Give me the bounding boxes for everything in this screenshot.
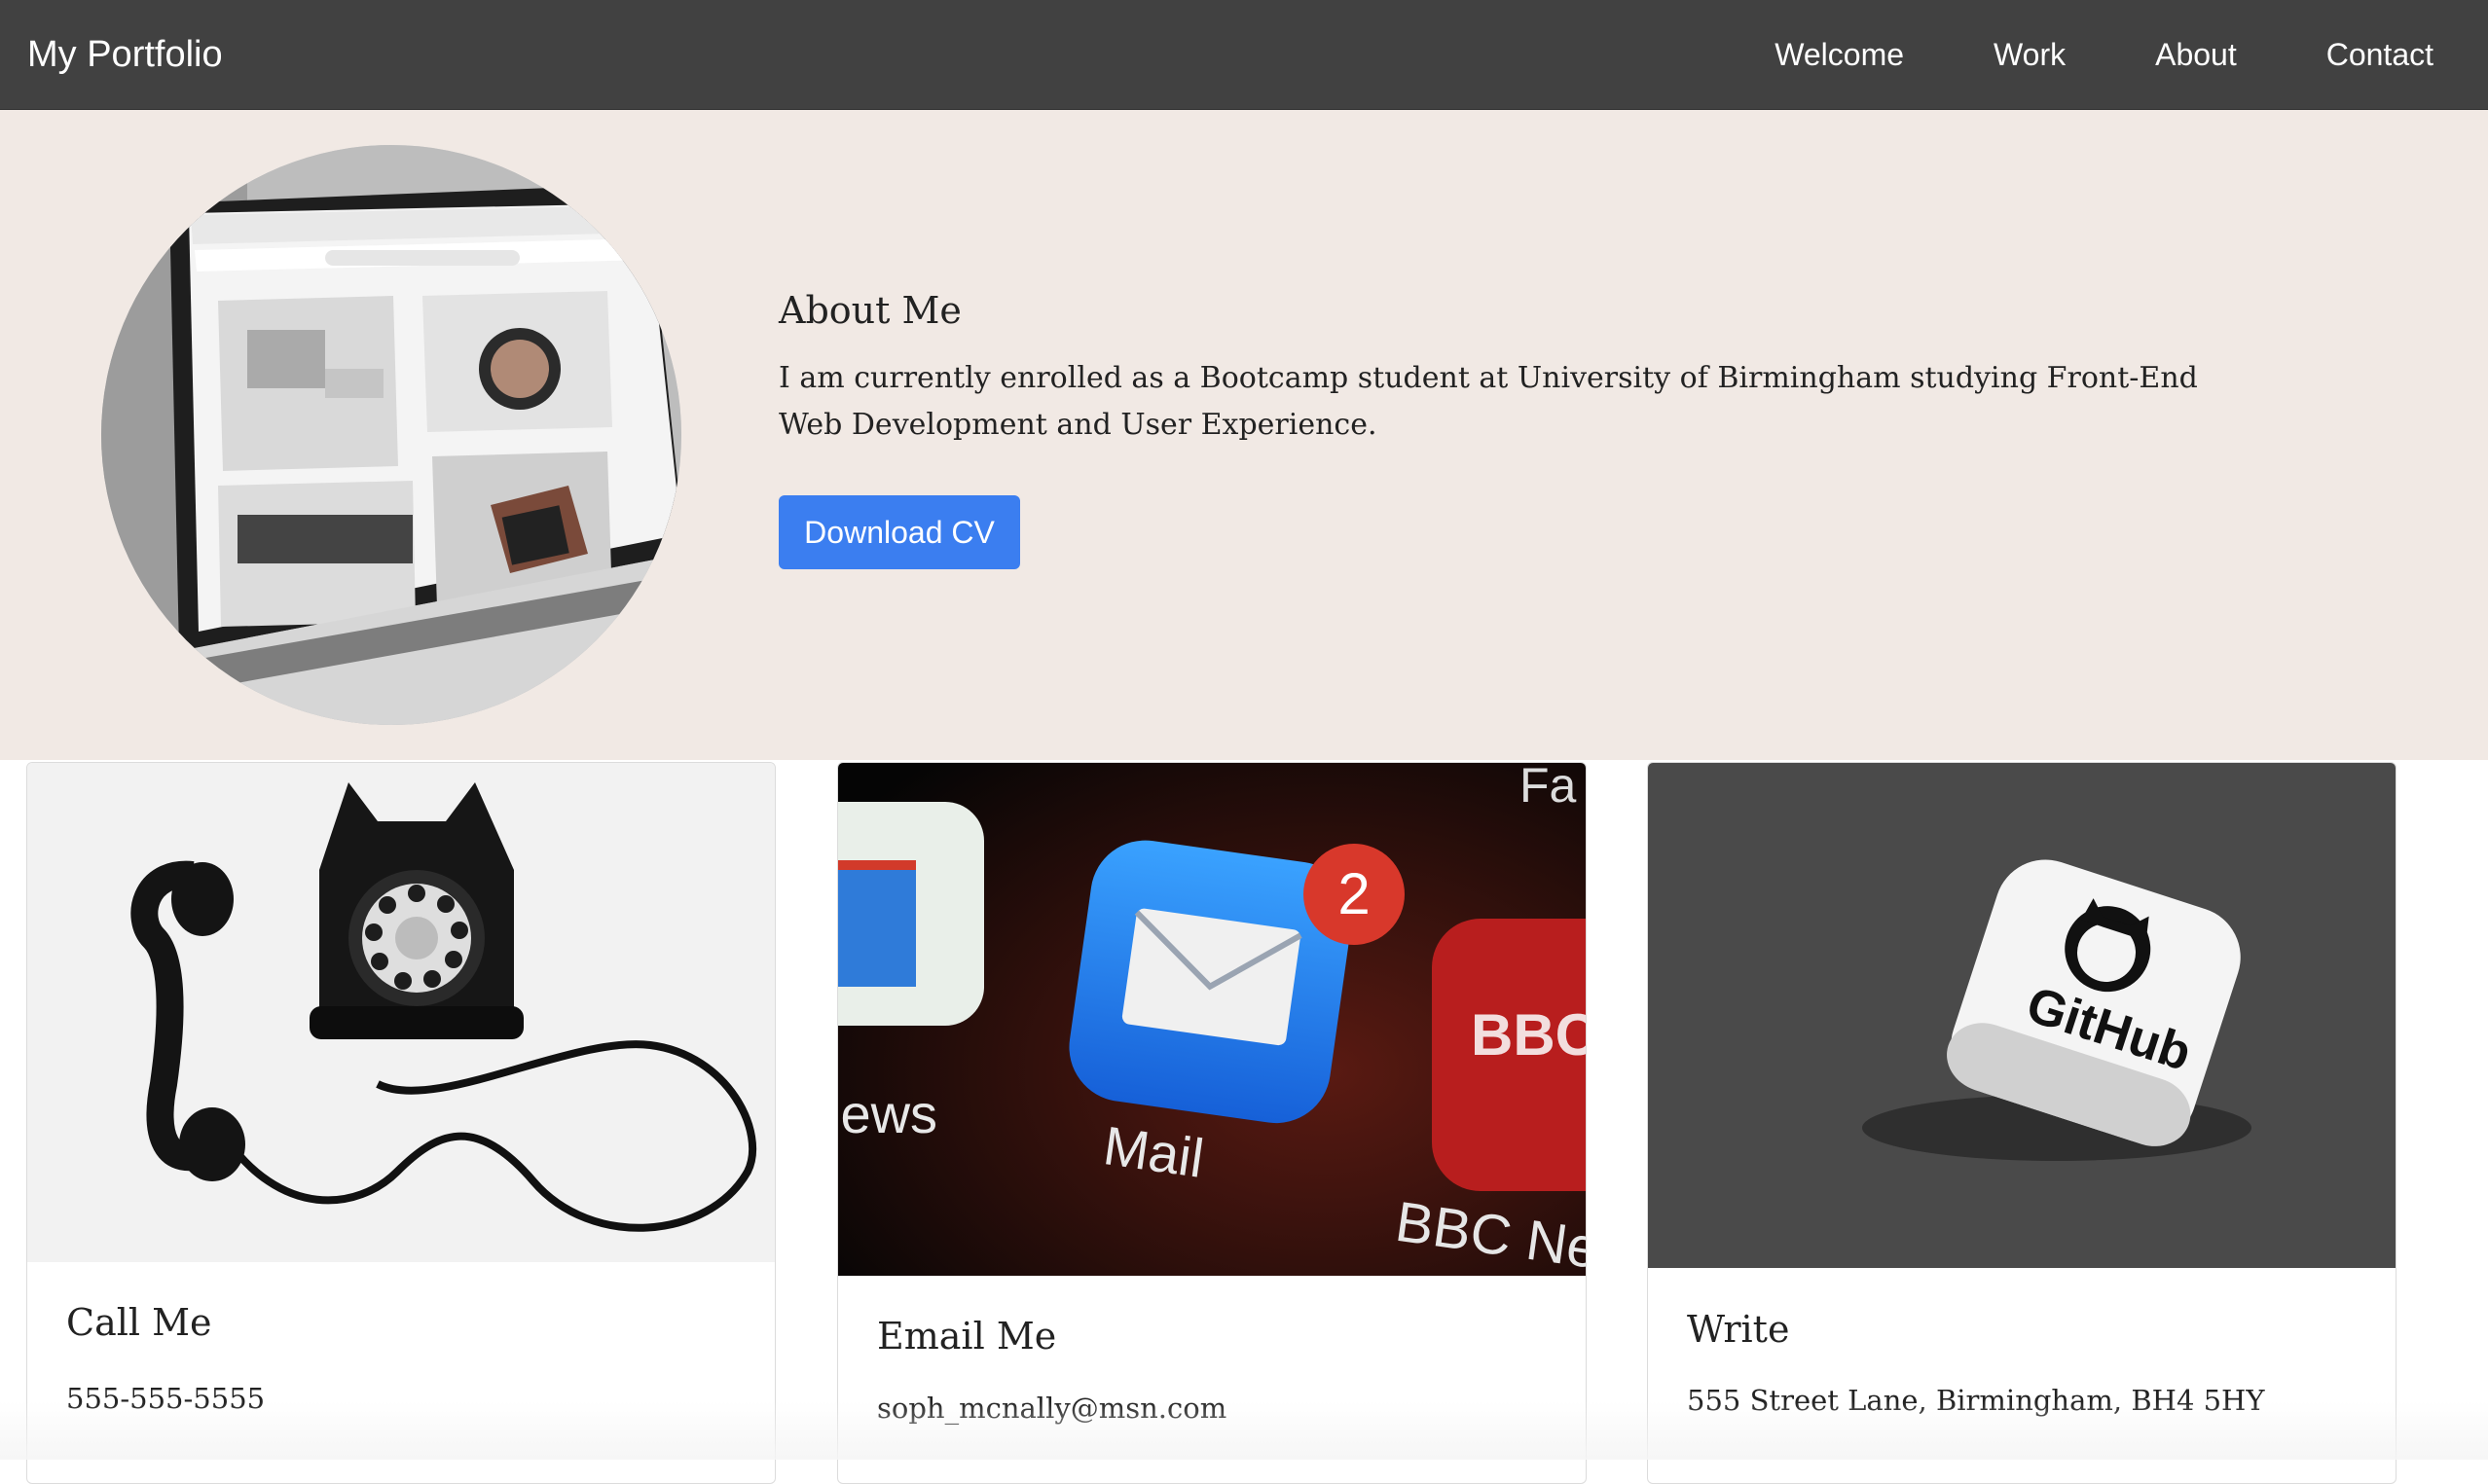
download-cv-button[interactable]: Download CV (779, 495, 1020, 569)
navbar: My Portfolio Welcome Work About Contact (0, 0, 2488, 110)
nav-link-about[interactable]: About (2155, 37, 2237, 73)
brand-link[interactable]: My Portfolio (27, 0, 223, 109)
phone-number: 555-555-5555 (66, 1382, 266, 1415)
email-address: soph_mcnally@msn.com (877, 1392, 1227, 1425)
nav-links: Welcome Work About Contact (1685, 0, 2433, 109)
fa-label: Fa (1519, 763, 1577, 813)
about-photo (101, 145, 681, 725)
about-description: I am currently enrolled as a Bootcamp st… (779, 361, 2198, 442)
about-heading: About Me (779, 289, 962, 332)
about-section: About Me I am currently enrolled as a Bo… (0, 110, 2488, 760)
mail-badge: 2 (1337, 861, 1370, 926)
card-title: Email Me (877, 1315, 1057, 1357)
rotary-phone-icon (27, 763, 775, 1262)
contact-card-call: Call Me 555-555-5555 (26, 762, 776, 1484)
mail-app-icon: lews 2 Mail BBC NEW BBC Ne Fa (838, 763, 1586, 1276)
contact-card-email: lews 2 Mail BBC NEW BBC Ne Fa Email Me s… (837, 762, 1587, 1484)
laptop-photo-icon (101, 145, 681, 725)
nav-link-work[interactable]: Work (1994, 37, 2066, 73)
card-title: Write (1687, 1308, 1790, 1351)
github-logo-icon: GitHub (1648, 763, 2396, 1268)
bbc-tile-label: BBC NEW (1471, 1002, 1586, 1068)
card-title: Call Me (66, 1301, 212, 1344)
nav-link-welcome[interactable]: Welcome (1775, 37, 1904, 73)
contact-card-write: GitHub Write 555 Street Lane, Birmingham… (1647, 762, 2397, 1484)
postal-address: 555 Street Lane, Birmingham, BH4 5HY (1687, 1384, 2265, 1417)
nav-link-contact[interactable]: Contact (2326, 37, 2433, 73)
news-label: lews (838, 1083, 937, 1144)
about-text: About Me I am currently enrolled as a Bo… (779, 289, 2219, 449)
